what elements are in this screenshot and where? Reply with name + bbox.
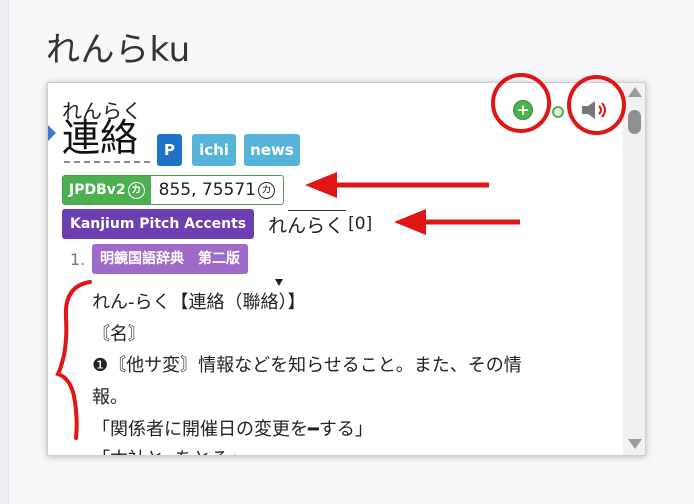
frequency-group: JPDBv2 カ 855, 75571 カ: [62, 175, 284, 205]
definition-line: 「関係者に開催日の変更を━する」: [92, 419, 373, 440]
left-strip: [0, 0, 9, 504]
annotation-brace-definition: [55, 280, 92, 440]
frequency-label-mark: カ: [127, 181, 145, 199]
annotation-arrow-pitch: [394, 209, 520, 235]
entry-marker-icon: [48, 125, 56, 141]
status-dot-icon: [552, 106, 564, 118]
page-area: れんらku れんらく 連絡 P ichi news JPDBv2 カ 855, 7…: [0, 0, 694, 504]
tag-news[interactable]: news: [244, 134, 300, 166]
headword-underline: [64, 161, 150, 163]
dictionary-popup: れんらく 連絡 P ichi news JPDBv2 カ 855, 75571 カ …: [47, 82, 646, 456]
page-heading: れんらku: [46, 30, 191, 70]
definition-line: 「本社と━をとる」: [92, 445, 247, 455]
frequency-value-mark: カ: [257, 181, 275, 199]
frequency-value: 855, 75571 カ: [151, 176, 283, 204]
frequency-label[interactable]: JPDBv2 カ: [63, 176, 151, 204]
tag-ichi[interactable]: ichi: [192, 134, 236, 166]
definition-line: ❶〘他サ変〙情報などを知らせること。また、その情: [92, 355, 522, 376]
pitch-overline: [288, 209, 347, 211]
frequency-label-text: JPDBv2: [69, 182, 126, 198]
definition-line: れん-らく【連絡（聯絡）】: [92, 292, 306, 313]
scroll-up-icon[interactable]: [628, 87, 642, 97]
annotation-circle-audio: [567, 75, 626, 135]
dictionary-tag[interactable]: 明鏡国語辞典 第二版: [92, 244, 248, 274]
pitch-accent-reading: れんらく: [268, 209, 347, 238]
pitch-accent-label[interactable]: Kanjium Pitch Accents: [62, 209, 255, 239]
entry-headword[interactable]: 連絡: [62, 115, 138, 161]
pitch-accent-value: [0]: [348, 214, 373, 234]
scroll-down-icon[interactable]: [628, 439, 642, 449]
annotation-arrow-frequency: [305, 172, 489, 198]
pitch-accent-group: Kanjium Pitch Accents れんらく [0]: [62, 209, 372, 239]
scroll-thumb[interactable]: [628, 110, 641, 134]
accent-mark-icon: [275, 279, 283, 286]
definition-line: 〘名〙: [92, 324, 146, 345]
popup-scrollbar[interactable]: [623, 83, 645, 455]
tag-popular[interactable]: P: [157, 134, 182, 166]
popup-content: れんらく 連絡 P ichi news JPDBv2 カ 855, 75571 カ …: [48, 83, 621, 455]
pitch-reading-text: れんらく: [268, 214, 345, 237]
glossary-number: 1.: [70, 250, 86, 269]
frequency-value-text: 855, 75571: [158, 180, 256, 200]
annotation-circle-add: [491, 73, 551, 133]
